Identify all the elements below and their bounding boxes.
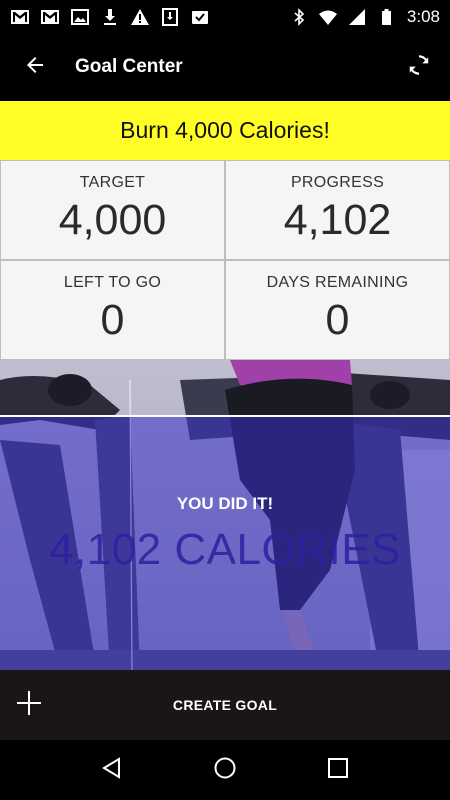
page-title: Goal Center	[75, 56, 183, 77]
gmail-icon	[40, 8, 60, 26]
completion-value: 4,102 CALORIES	[49, 525, 401, 574]
stat-label: DAYS REMAINING	[266, 274, 409, 291]
stat-target: TARGET 4,000	[1, 161, 224, 259]
wifi-icon	[318, 8, 338, 26]
goal-banner: Burn 4,000 Calories!	[0, 101, 450, 160]
stat-value: 0	[100, 296, 125, 344]
create-goal-button[interactable]: CREATE GOAL	[0, 697, 450, 713]
gmail-icon	[10, 8, 30, 26]
stat-value: 4,000	[58, 196, 167, 244]
bluetooth-icon	[289, 7, 309, 26]
navigation-bar	[0, 740, 450, 800]
nav-back-button[interactable]	[82, 740, 142, 800]
app-bar: Goal Center	[0, 33, 450, 101]
action-bar: CREATE GOAL	[0, 670, 450, 740]
warning-icon	[130, 8, 150, 26]
download-box-icon	[160, 7, 180, 26]
inbox-check-icon	[190, 8, 210, 26]
stat-label: PROGRESS	[290, 174, 385, 191]
back-button[interactable]	[0, 33, 70, 101]
stat-label: TARGET	[79, 174, 146, 191]
home-circle-icon	[213, 756, 237, 785]
refresh-button[interactable]	[388, 33, 450, 101]
back-triangle-icon	[100, 756, 124, 785]
recents-square-icon	[327, 757, 349, 784]
notification-icons	[10, 7, 210, 26]
download-icon	[100, 8, 120, 26]
arrow-back-icon	[23, 53, 47, 82]
system-icons: 3:08	[289, 7, 440, 27]
completion-panel: YOU DID IT! 4,102 CALORIES	[0, 360, 450, 670]
status-bar: 3:08	[0, 0, 450, 33]
stat-value: 0	[325, 296, 350, 344]
nav-home-button[interactable]	[195, 740, 255, 800]
divider	[0, 415, 450, 417]
completion-label: YOU DID IT!	[176, 494, 274, 513]
battery-icon	[376, 8, 396, 26]
stat-progress: PROGRESS 4,102	[226, 161, 449, 259]
stat-left-to-go: LEFT TO GO 0	[1, 261, 224, 359]
stat-days-remaining: DAYS REMAINING 0	[226, 261, 449, 359]
stats-grid: TARGET 4,000 PROGRESS 4,102 LEFT TO GO 0…	[0, 160, 450, 360]
status-time: 3:08	[406, 6, 440, 26]
nav-recents-button[interactable]	[308, 740, 368, 800]
image-icon	[70, 8, 90, 26]
signal-icon	[347, 8, 367, 26]
stat-label: LEFT TO GO	[63, 274, 162, 291]
refresh-icon	[406, 52, 432, 83]
stat-value: 4,102	[283, 196, 392, 244]
